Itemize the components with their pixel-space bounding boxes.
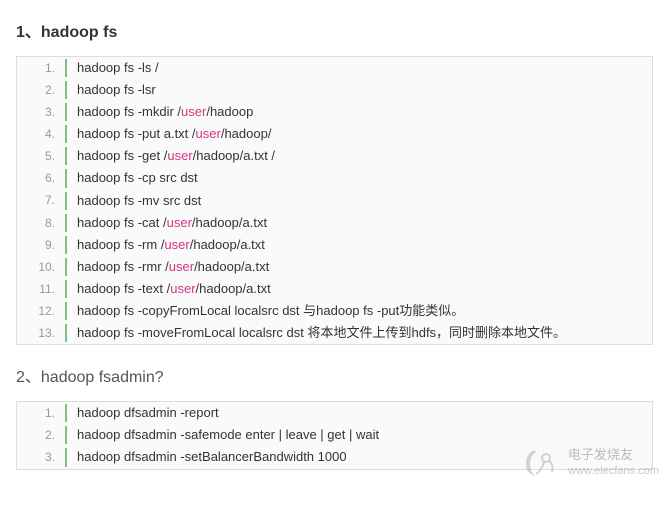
code-token: hadoop fs -rm / bbox=[77, 237, 164, 252]
code-token-highlight: user bbox=[164, 237, 189, 252]
code-token: hadoop dfsadmin -safemode enter | leave … bbox=[77, 427, 379, 442]
line-content: hadoop fs -moveFromLocal localsrc dst 将本… bbox=[67, 322, 566, 344]
line-number: 1. bbox=[17, 58, 65, 78]
line-number: 11. bbox=[17, 279, 65, 299]
code-token: hadoop fs -text / bbox=[77, 281, 170, 296]
code-token: hadoop fs -put a.txt / bbox=[77, 126, 196, 141]
line-number: 4. bbox=[17, 124, 65, 144]
code-block: 1.hadoop fs -ls /2.hadoop fs -lsr3.hadoo… bbox=[16, 56, 653, 345]
code-token: hadoop dfsadmin -setBalancerBandwidth 10… bbox=[77, 449, 347, 464]
code-token: /hadoop/a.txt bbox=[196, 281, 271, 296]
code-token: hadoop fs -cat / bbox=[77, 215, 167, 230]
line-content: hadoop fs -copyFromLocal localsrc dst 与h… bbox=[67, 300, 464, 322]
line-number: 2. bbox=[17, 425, 65, 445]
line-content: hadoop fs -mv src dst bbox=[67, 190, 201, 212]
line-number: 9. bbox=[17, 235, 65, 255]
code-line: 1. hadoop dfsadmin -report bbox=[17, 402, 652, 424]
line-number: 7. bbox=[17, 190, 65, 210]
code-token: hadoop fs -copyFromLocal localsrc dst 与h… bbox=[77, 303, 464, 318]
line-number: 1. bbox=[17, 403, 65, 423]
code-token: hadoop fs -mv src dst bbox=[77, 193, 201, 208]
code-token-highlight: user bbox=[170, 281, 195, 296]
line-content: hadoop fs -rmr /user/hadoop/a.txt bbox=[67, 256, 269, 278]
line-content: hadoop fs -put a.txt /user/hadoop/ bbox=[67, 123, 271, 145]
line-number: 13. bbox=[17, 323, 65, 343]
line-content: hadoop fs -rm /user/hadoop/a.txt bbox=[67, 234, 265, 256]
code-token: hadoop fs -ls / bbox=[77, 60, 159, 75]
code-line: 5.hadoop fs -get /user/hadoop/a.txt / bbox=[17, 145, 652, 167]
code-token: /hadoop/a.txt bbox=[194, 259, 269, 274]
line-content: hadoop fs -ls / bbox=[67, 57, 159, 79]
code-token: hadoop fs -cp src dst bbox=[77, 170, 198, 185]
code-token-highlight: user bbox=[196, 126, 221, 141]
line-number: 6. bbox=[17, 168, 65, 188]
code-token: hadoop fs -lsr bbox=[77, 82, 156, 97]
code-line: 10.hadoop fs -rmr /user/hadoop/a.txt bbox=[17, 256, 652, 278]
watermark-cn: 电子发烧友 bbox=[568, 447, 659, 464]
code-line: 3.hadoop fs -mkdir /user/hadoop bbox=[17, 101, 652, 123]
code-line: 13. hadoop fs -moveFromLocal localsrc dst… bbox=[17, 322, 652, 344]
line-number: 8. bbox=[17, 213, 65, 233]
line-content: hadoop fs -text /user/hadoop/a.txt bbox=[67, 278, 271, 300]
line-number: 10. bbox=[17, 257, 65, 277]
watermark: 电子发烧友 www.elecfans.com bbox=[516, 444, 659, 482]
line-number: 3. bbox=[17, 102, 65, 122]
line-content: hadoop dfsadmin -setBalancerBandwidth 10… bbox=[67, 446, 347, 468]
code-token: hadoop fs -get / bbox=[77, 148, 167, 163]
code-token: hadoop fs -mkdir / bbox=[77, 104, 181, 119]
code-token-highlight: user bbox=[169, 259, 194, 274]
code-line: 6. hadoop fs -cp src dst bbox=[17, 167, 652, 189]
line-number: 3. bbox=[17, 447, 65, 467]
line-content: hadoop dfsadmin -report bbox=[67, 402, 219, 424]
line-content: hadoop fs -mkdir /user/hadoop bbox=[67, 101, 253, 123]
code-line: 1. hadoop fs -ls / bbox=[17, 57, 652, 79]
line-content: hadoop fs -lsr bbox=[67, 79, 156, 101]
line-content: hadoop dfsadmin -safemode enter | leave … bbox=[67, 424, 379, 446]
section-title: 2、hadoop fsadmin? bbox=[16, 363, 653, 387]
code-token-highlight: user bbox=[167, 215, 192, 230]
code-line: 4.hadoop fs -put a.txt /user/hadoop/ bbox=[17, 123, 652, 145]
code-line: 7. hadoop fs -mv src dst bbox=[17, 190, 652, 212]
code-token-highlight: user bbox=[181, 104, 206, 119]
code-line: 8.hadoop fs -cat /user/hadoop/a.txt bbox=[17, 212, 652, 234]
line-number: 2. bbox=[17, 80, 65, 100]
line-content: hadoop fs -get /user/hadoop/a.txt / bbox=[67, 145, 275, 167]
code-token: hadoop dfsadmin -report bbox=[77, 405, 219, 420]
code-token: /hadoop/a.txt / bbox=[193, 148, 275, 163]
line-number: 5. bbox=[17, 146, 65, 166]
code-token-highlight: user bbox=[167, 148, 192, 163]
line-content: hadoop fs -cp src dst bbox=[67, 167, 198, 189]
code-token: /hadoop bbox=[206, 104, 253, 119]
code-token: hadoop fs -rmr / bbox=[77, 259, 169, 274]
code-line: 12. hadoop fs -copyFromLocal localsrc dst… bbox=[17, 300, 652, 322]
code-token: /hadoop/a.txt bbox=[190, 237, 265, 252]
code-line: 2. hadoop fs -lsr bbox=[17, 79, 652, 101]
code-token: /hadoop/a.txt bbox=[192, 215, 267, 230]
line-number: 12. bbox=[17, 301, 65, 321]
line-content: hadoop fs -cat /user/hadoop/a.txt bbox=[67, 212, 267, 234]
code-token: hadoop fs -moveFromLocal localsrc dst 将本… bbox=[77, 325, 566, 340]
watermark-text: 电子发烧友 www.elecfans.com bbox=[568, 447, 659, 478]
code-line: 11.hadoop fs -text /user/hadoop/a.txt bbox=[17, 278, 652, 300]
code-token: /hadoop/ bbox=[221, 126, 272, 141]
section-title: 1、hadoop fs bbox=[16, 18, 653, 42]
watermark-logo-icon bbox=[516, 444, 562, 482]
watermark-url: www.elecfans.com bbox=[568, 464, 659, 478]
code-line: 9.hadoop fs -rm /user/hadoop/a.txt bbox=[17, 234, 652, 256]
